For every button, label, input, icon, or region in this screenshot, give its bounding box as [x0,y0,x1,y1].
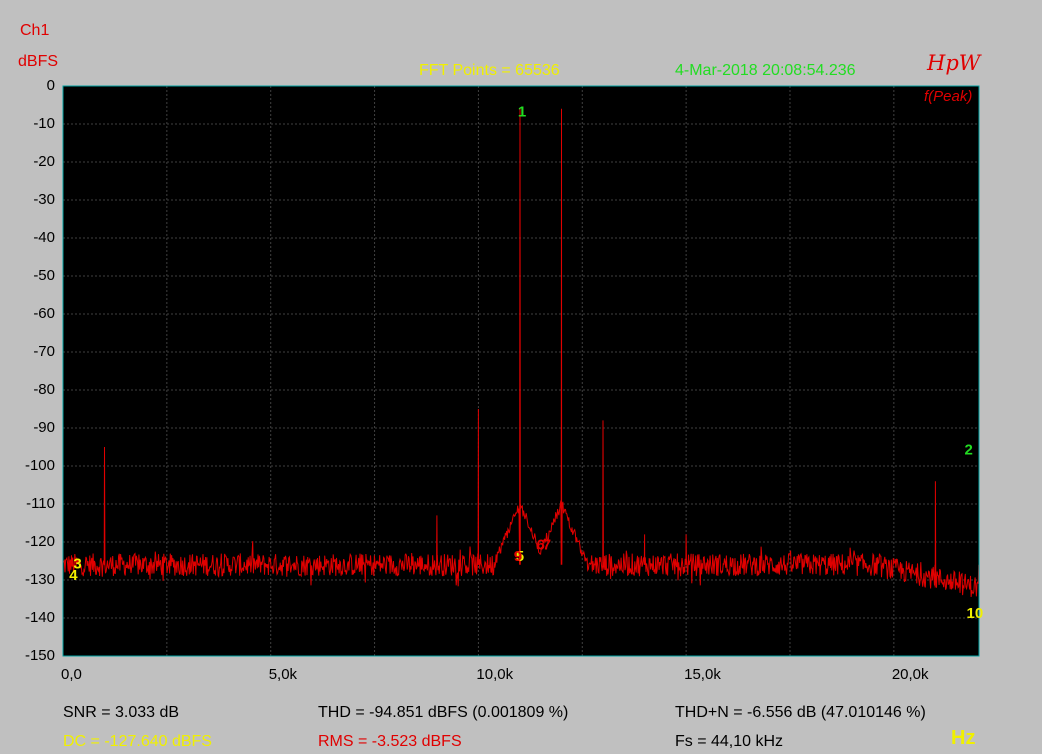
y-tick-label: -20 [33,153,55,170]
marker-label: 10 [967,605,984,622]
y-tick-label: -100 [24,457,55,474]
snr-readout: SNR = 3.033 dB [63,704,180,721]
x-tick-label: 0,0 [61,666,82,683]
chart-svg: 1234567910 [62,85,984,657]
dc-readout: DC = -127.640 dBFS [63,733,212,750]
channel-label: Ch1 [20,22,50,39]
marker-label: 9 [514,548,522,565]
x-tick-label: 20,0k [891,666,929,683]
y-tick-label: -90 [33,419,55,436]
unit-label: dBFS [18,53,59,70]
y-tick-label: -40 [33,229,55,246]
y-tick-label: -70 [33,343,55,360]
y-tick-label: -10 [33,115,55,132]
x-tick-label: 15,0k [684,666,721,683]
thd-readout: THD = -94.851 dBFS (0.001809 %) [318,704,569,721]
y-tick-label: -150 [24,647,55,664]
fs-readout: Fs = 44,10 kHz [675,733,784,750]
y-tick-label: -30 [33,191,55,208]
y-tick-label: -80 [33,381,55,398]
mode-label: f(Peak) [924,88,973,105]
marker-label: 2 [964,442,972,459]
y-tick-label: -60 [33,305,55,322]
y-tick-label: 0 [46,77,55,94]
y-tick-label: -110 [26,495,55,512]
marker-label: 7 [543,537,551,554]
thdn-readout: THD+N = -6.556 dB (47.010146 %) [675,704,926,721]
marker-label: 4 [69,567,78,584]
y-tick-label: -50 [33,267,55,284]
x-unit-label: Hz [951,727,976,749]
y-tick-label: -140 [24,609,55,626]
y-tick-label: -120 [24,533,55,550]
logo: HpW [927,51,981,75]
y-tick-label: -130 [24,571,55,588]
marker-label: 1 [518,103,526,120]
plot-area [63,86,979,656]
x-tick-label: 10,0k [476,666,514,683]
x-tick-label: 5,0k [268,666,298,683]
timestamp-label: 4-Mar-2018 20:08:54.236 [675,62,856,79]
fft-points-label: FFT Points = 65536 [419,62,560,79]
rms-readout: RMS = -3.523 dBFS [318,733,462,750]
